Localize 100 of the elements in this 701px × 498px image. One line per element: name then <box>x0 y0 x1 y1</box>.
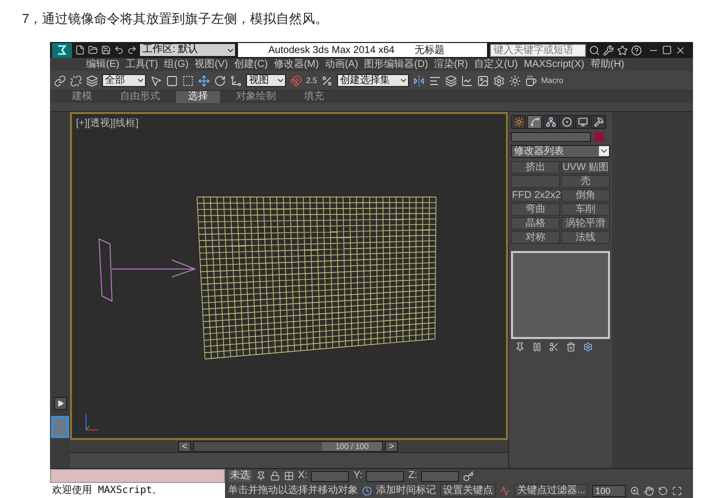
modifier-button[interactable]: 法线 <box>561 231 610 244</box>
panel-tab[interactable] <box>591 115 606 129</box>
reference-coordinate-dropdown[interactable]: 视图 <box>246 74 286 87</box>
zoom-icon[interactable] <box>630 486 640 496</box>
render-setup-icon[interactable] <box>493 74 506 86</box>
curve-icon[interactable] <box>500 486 510 496</box>
maximize-viewport-icon[interactable] <box>672 486 682 496</box>
modifier-button[interactable]: 涡轮平滑 <box>561 217 610 230</box>
modifier-button[interactable]: 壳 <box>561 175 610 188</box>
rotate-icon[interactable] <box>214 74 226 86</box>
redo-icon[interactable] <box>126 45 137 55</box>
time-slider-thumb[interactable]: 100 / 100 <box>322 442 382 450</box>
menu-item[interactable]: 工具(T) <box>125 58 158 70</box>
modifier-button[interactable]: 对称 <box>511 231 560 244</box>
modifier-stack-list[interactable] <box>511 251 610 339</box>
lock-icon[interactable] <box>270 471 280 482</box>
dropdown-arrow-icon[interactable] <box>599 146 609 156</box>
clock-icon[interactable] <box>362 486 372 496</box>
maximize-icon[interactable] <box>662 45 672 55</box>
viewport-thumbnail[interactable] <box>51 416 69 438</box>
panel-tab[interactable] <box>575 115 590 129</box>
panel-tab[interactable] <box>527 115 542 129</box>
align-icon[interactable] <box>429 74 442 86</box>
ribbon-tab[interactable]: 建模 <box>60 91 104 103</box>
undo-icon[interactable] <box>114 45 124 55</box>
link-icon[interactable] <box>54 74 66 86</box>
time-slider[interactable]: 100 / 100 <box>193 440 383 452</box>
menu-item[interactable]: 修改器(M) <box>274 58 319 70</box>
percent-icon[interactable] <box>321 74 334 86</box>
modifier-button[interactable]: 倒角 <box>561 189 610 202</box>
curve-editor-icon[interactable] <box>461 74 474 86</box>
panel-tab[interactable] <box>543 115 558 129</box>
panel-tab[interactable] <box>559 115 574 129</box>
star-icon[interactable] <box>617 44 628 56</box>
object-color-swatch[interactable] <box>594 132 604 142</box>
magnet-icon[interactable] <box>290 74 302 86</box>
modifier-button[interactable]: FFD 2x2x2 <box>511 189 560 202</box>
frame-field[interactable]: 100 <box>592 484 626 497</box>
pause-icon[interactable] <box>532 342 542 352</box>
help-icon[interactable] <box>631 44 642 56</box>
viewport-label[interactable]: [+][透视][线框] <box>76 116 139 130</box>
grid-icon[interactable] <box>284 471 294 482</box>
new-file-icon[interactable] <box>74 45 85 55</box>
modifier-button[interactable]: 车削 <box>561 203 610 216</box>
panel-tab[interactable] <box>511 115 526 129</box>
scissors-icon[interactable] <box>549 342 559 352</box>
pointer-icon[interactable] <box>150 74 162 86</box>
menu-item[interactable]: 自定义(U) <box>474 58 518 70</box>
settings-icon[interactable] <box>583 342 593 352</box>
close-icon[interactable] <box>675 44 686 56</box>
x-coordinate-field[interactable] <box>311 470 350 482</box>
modifier-button[interactable]: 挤出 <box>511 161 560 174</box>
wrench-icon[interactable] <box>603 44 614 56</box>
menu-item[interactable]: 编辑(E) <box>86 58 120 70</box>
workspace-dropdown[interactable]: 工作区: 默认 <box>140 44 236 56</box>
orbit-icon[interactable] <box>658 486 668 496</box>
z-coordinate-field[interactable] <box>421 470 460 482</box>
app-logo-icon[interactable] <box>52 42 72 58</box>
selection-set-dropdown[interactable]: 创建选择集 <box>337 74 410 87</box>
y-coordinate-field[interactable] <box>366 470 404 482</box>
snap-value[interactable]: 2.5 <box>306 76 318 85</box>
move-icon[interactable] <box>198 74 210 86</box>
menu-item[interactable]: MAXScript(X) <box>524 58 584 70</box>
add-time-tag-link[interactable]: 添加时间标记 <box>376 484 436 497</box>
ribbon-tab[interactable]: 对象绘制 <box>224 91 288 103</box>
mirror-icon[interactable] <box>413 74 426 86</box>
menu-item[interactable]: 视图(V) <box>194 58 228 70</box>
play-button[interactable] <box>54 397 66 410</box>
search-icon[interactable] <box>589 44 600 56</box>
modifier-button[interactable]: UVW 贴图 <box>561 161 610 174</box>
unlink-icon[interactable] <box>70 74 82 86</box>
pin-icon[interactable] <box>256 471 266 482</box>
modifier-list-dropdown[interactable]: 修改器列表 <box>511 145 610 158</box>
teapot-icon[interactable] <box>525 74 538 86</box>
menu-item[interactable]: 创建(C) <box>234 58 268 70</box>
rectangle-icon[interactable] <box>166 74 178 86</box>
save-icon[interactable] <box>100 45 111 55</box>
ribbon-tab[interactable]: 自由形式 <box>108 91 172 103</box>
perspective-viewport[interactable]: [+][透视][线框] <box>70 112 508 440</box>
scale-icon[interactable] <box>230 74 242 86</box>
sun-icon[interactable] <box>509 74 522 86</box>
selection-filter-dropdown[interactable]: 全部 <box>102 74 146 87</box>
key-icon[interactable] <box>463 470 474 482</box>
menu-item[interactable]: 动画(A) <box>324 58 358 70</box>
modifier-button[interactable]: 弯曲 <box>511 203 560 216</box>
set-key-button[interactable]: 设置关键点 <box>440 484 496 498</box>
trash-icon[interactable] <box>566 342 576 352</box>
next-frame-button[interactable]: > <box>385 440 398 452</box>
key-filters-button[interactable]: 关键点过滤器... <box>514 484 588 498</box>
pin-icon[interactable] <box>515 342 525 352</box>
layer-stack-icon[interactable] <box>445 74 458 86</box>
menu-item[interactable]: 渲染(R) <box>434 58 468 70</box>
menu-item[interactable]: 组(G) <box>164 58 189 70</box>
previous-frame-button[interactable]: < <box>178 440 191 452</box>
ribbon-tab[interactable]: 选择 <box>176 91 220 103</box>
menu-item[interactable]: 帮助(H) <box>590 58 624 70</box>
ribbon-tab[interactable]: 填充 <box>292 91 336 103</box>
script-input-field[interactable] <box>50 469 225 483</box>
menu-item[interactable]: 图形编辑器(D) <box>364 58 428 70</box>
image-icon[interactable] <box>477 74 490 86</box>
